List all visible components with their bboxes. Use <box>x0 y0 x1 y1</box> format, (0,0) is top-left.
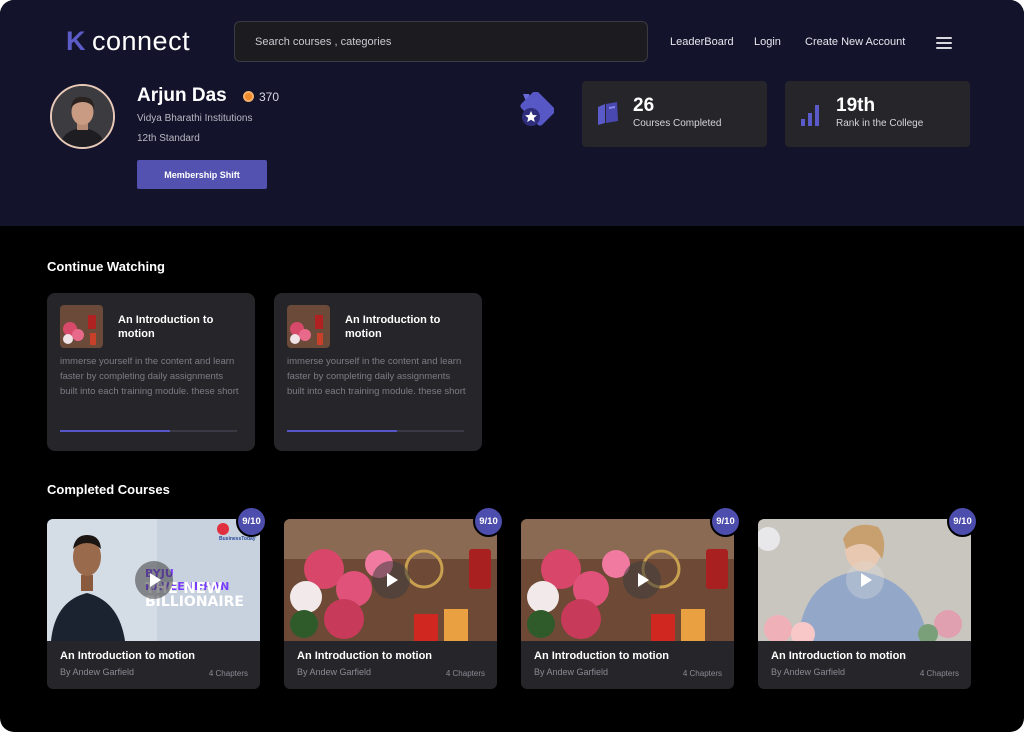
rank-value: 19th <box>836 95 876 116</box>
course-info: An Introduction to motion By Andew Garfi… <box>758 641 971 689</box>
search-input[interactable]: Search courses , categories <box>234 21 648 62</box>
logo-text: connect <box>92 26 191 56</box>
course-author: By Andew Garfield <box>60 667 135 677</box>
course-chapters: 4 Chapters <box>445 669 485 678</box>
membership-shift-button[interactable]: Membership Shift <box>137 160 267 189</box>
progress-fill <box>287 430 397 432</box>
institution: Vidya Bharathi Institutions <box>137 113 253 124</box>
points-value: 370 <box>259 90 280 104</box>
stat-card-courses: 26 Courses Completed <box>582 81 767 147</box>
course-title: An Introduction to motion <box>771 650 907 662</box>
course-info: An Introduction to motion By Andew Garfi… <box>47 641 260 689</box>
course-description: immerse yourself in the content and lear… <box>60 356 239 397</box>
course-author: By Andew Garfield <box>297 667 372 677</box>
logo[interactable]: K connect <box>66 26 190 57</box>
course-thumbnail: BYJU RAVEENDRAN THE NEW BILLIONAIRE Busi… <box>47 519 260 641</box>
course-info: An Introduction to motion By Andew Garfi… <box>521 641 734 689</box>
course-chapters: 4 Chapters <box>208 669 248 678</box>
completed-courses-title: Completed Courses <box>47 482 170 497</box>
progress-bar <box>60 430 237 432</box>
score-badge: 9/10 <box>710 506 741 537</box>
medal-icon <box>508 90 556 136</box>
course-thumbnail <box>287 305 330 348</box>
nav-leaderboard[interactable]: LeaderBoard <box>670 36 734 48</box>
course-chapters: 4 Chapters <box>682 669 722 678</box>
course-title: An Introduction to motion <box>534 650 670 662</box>
books-icon <box>596 99 620 127</box>
course-thumbnail <box>758 519 971 641</box>
score-badge: 9/10 <box>236 506 267 537</box>
progress-fill <box>60 430 170 432</box>
course-description: immerse yourself in the content and lear… <box>287 356 466 397</box>
completed-course-card[interactable]: BYJU RAVEENDRAN THE NEW BILLIONAIRE Busi… <box>47 506 267 689</box>
course-info: An Introduction to motion By Andew Garfi… <box>284 641 497 689</box>
logo-k: K <box>66 26 86 56</box>
completed-course-card[interactable]: An Introduction to motion By Andew Garfi… <box>521 506 741 689</box>
coin-icon <box>243 91 254 102</box>
score-badge: 9/10 <box>947 506 978 537</box>
search-placeholder: Search courses , categories <box>255 35 392 48</box>
course-thumbnail <box>521 519 734 641</box>
continue-watching-title: Continue Watching <box>47 259 165 274</box>
app-frame: K connect Search courses , categories Le… <box>0 0 1024 732</box>
user-name: Arjun Das <box>137 85 227 106</box>
course-thumbnail <box>284 519 497 641</box>
course-title: An Introduction to motion <box>118 314 214 340</box>
nav-create-account[interactable]: Create New Account <box>805 36 905 48</box>
course-title: An Introduction to motion <box>297 650 433 662</box>
continue-watching-card[interactable]: An Introduction to motion immerse yourse… <box>274 293 482 451</box>
course-chapters: 4 Chapters <box>919 669 959 678</box>
score-badge: 9/10 <box>473 506 504 537</box>
course-thumbnail <box>60 305 103 348</box>
bar-chart-icon <box>799 99 823 127</box>
progress-bar <box>287 430 464 432</box>
course-author: By Andew Garfield <box>771 667 846 677</box>
continue-watching-card[interactable]: An Introduction to motion immerse yourse… <box>47 293 255 451</box>
nav-login[interactable]: Login <box>754 36 781 48</box>
course-author: By Andew Garfield <box>534 667 609 677</box>
play-icon[interactable] <box>134 561 173 599</box>
play-icon[interactable] <box>845 561 884 599</box>
standard: 12th Standard <box>137 133 200 144</box>
completed-course-card[interactable]: An Introduction to motion By Andew Garfi… <box>758 506 978 689</box>
courses-completed-value: 26 <box>633 95 655 116</box>
profile-header: K connect Search courses , categories Le… <box>0 0 1024 226</box>
menu-icon[interactable] <box>936 37 952 49</box>
play-icon[interactable] <box>622 561 661 599</box>
play-icon[interactable] <box>371 561 410 599</box>
completed-course-card[interactable]: An Introduction to motion By Andew Garfi… <box>284 506 504 689</box>
course-title: An Introduction to motion <box>345 314 441 340</box>
courses-completed-label: Courses Completed <box>633 118 722 129</box>
course-title: An Introduction to motion <box>60 650 196 662</box>
stat-card-rank: 19th Rank in the College <box>785 81 970 147</box>
rank-label: Rank in the College <box>836 118 924 129</box>
avatar[interactable] <box>50 84 115 149</box>
